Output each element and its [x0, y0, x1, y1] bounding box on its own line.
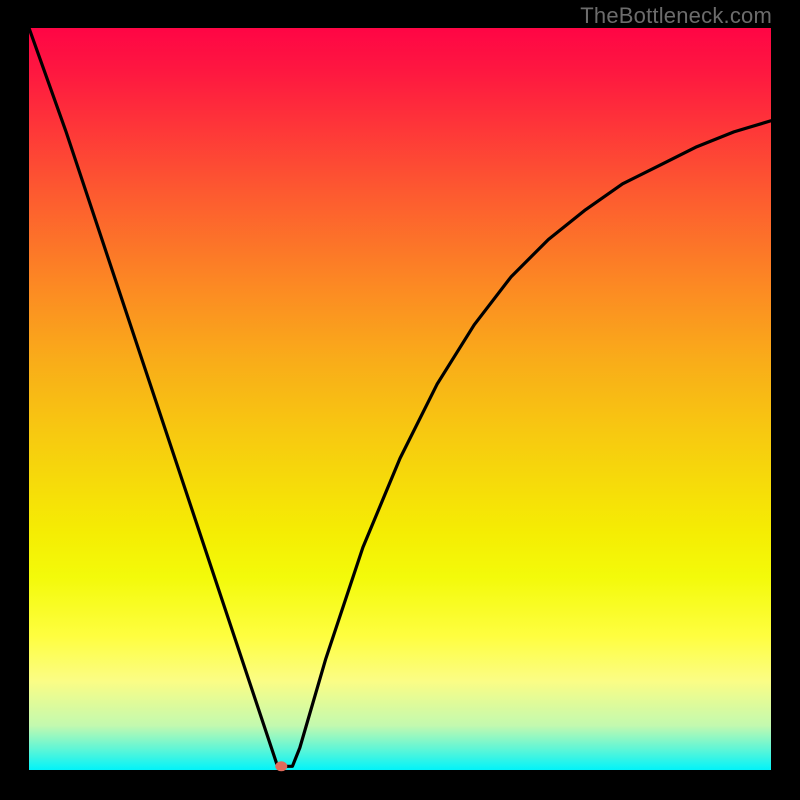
watermark-text: TheBottleneck.com	[580, 3, 772, 29]
chart-canvas: TheBottleneck.com	[0, 0, 800, 800]
optimum-marker	[275, 761, 287, 771]
curve-layer	[29, 28, 771, 770]
plot-area	[29, 28, 771, 770]
bottleneck-curve	[29, 28, 771, 766]
